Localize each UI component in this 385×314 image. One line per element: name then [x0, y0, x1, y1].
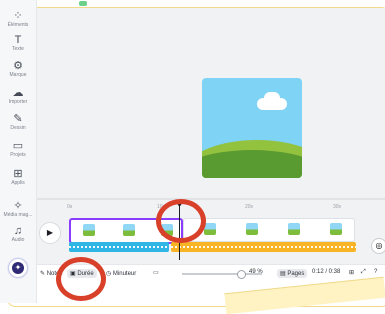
clip-thumbnail: [123, 224, 135, 236]
timer-icon: ◷: [106, 271, 112, 277]
timer-button[interactable]: ◷ Minuteur: [103, 269, 139, 278]
top-badge: [79, 1, 87, 6]
sidebar-item-label: Applis: [11, 180, 25, 186]
timeline: 0s 10s 20s 30s ▶ ◎: [37, 198, 385, 264]
sidebar-item-label: Audio: [11, 237, 25, 243]
audio-waveform: [171, 246, 356, 248]
sidebar-item-label: Dessin: [10, 125, 26, 131]
pages-icon: ▤: [280, 271, 286, 277]
layers-icon[interactable]: ◎: [371, 238, 385, 254]
timer-label: Minuteur: [112, 271, 137, 277]
help-icon[interactable]: ?: [374, 269, 377, 275]
clip-thumbnail: [83, 224, 95, 236]
folder-icon: ▭: [12, 140, 24, 152]
sidebar-item-magic-media[interactable]: ✧ Média mag...: [0, 200, 36, 219]
sidebar-item-projects[interactable]: ▭ Projets: [0, 140, 36, 159]
grid-view-icon[interactable]: ⊞: [349, 269, 354, 276]
ruler-label: 20s: [245, 204, 254, 210]
elements-icon: ⁘: [13, 10, 23, 22]
zoom-value: 49 %: [249, 269, 263, 275]
time-display: 0:12 / 0:38: [312, 269, 341, 275]
pages-label: Pages: [287, 271, 305, 277]
fit-icon[interactable]: ▭: [153, 269, 159, 276]
play-button[interactable]: ▶: [39, 222, 61, 244]
apps-icon: ⊞: [13, 168, 23, 180]
clip-thumbnail: [330, 223, 342, 235]
highlight-circle-duration: [56, 257, 106, 301]
sidebar-item-draw[interactable]: ✎ Dessin: [0, 113, 36, 132]
sidebar-item-apps[interactable]: ⊞ Applis: [0, 168, 36, 187]
notes-icon: ✎: [40, 271, 46, 277]
upload-icon: ☁: [12, 87, 24, 99]
sidebar-item-label: Éléments: [7, 22, 29, 28]
design-page[interactable]: [202, 78, 302, 178]
canvas-area: [37, 8, 385, 198]
pages-button[interactable]: ▤ Pages: [277, 269, 308, 278]
audio-waveform: [69, 246, 169, 248]
ruler-label: 0s: [67, 204, 73, 210]
sidebar-item-label: Média mag...: [3, 212, 33, 218]
magic-button[interactable]: ✦: [8, 258, 28, 278]
audio-track-blue[interactable]: [69, 242, 169, 252]
highlight-circle-playhead: [156, 199, 206, 243]
hill-shape: [202, 150, 302, 178]
brand-icon: ⚙: [13, 60, 23, 72]
play-icon: ▶: [46, 228, 54, 237]
draw-icon: ✎: [13, 113, 23, 125]
sidebar-item-label: Projets: [10, 152, 26, 158]
sparkle-icon: ✦: [12, 262, 24, 274]
ruler-label: 30s: [333, 204, 342, 210]
magic-media-icon: ✧: [13, 200, 23, 212]
audio-track-orange[interactable]: [171, 242, 356, 252]
clip-thumbnail: [204, 223, 216, 235]
timeline-scrollbar[interactable]: [37, 198, 385, 200]
zoom-slider-handle[interactable]: [237, 270, 246, 279]
sidebar-item-label: Importer: [8, 99, 28, 105]
sidebar-item-label: Texte: [12, 46, 24, 52]
video-clip[interactable]: [183, 218, 355, 242]
sidebar-item-elements[interactable]: ⁘ Éléments: [0, 10, 36, 29]
cloud-shape: [264, 92, 280, 104]
sidebar-item-text[interactable]: T Texte: [0, 34, 36, 53]
clip-thumbnail: [246, 223, 258, 235]
sidebar-item-brand[interactable]: ⚙ Marque: [0, 60, 36, 79]
audio-icon: ♫: [13, 225, 23, 237]
sidebar-item-label: Marque: [9, 72, 27, 78]
fullscreen-icon[interactable]: ⤢: [361, 269, 366, 276]
clip-thumbnail: [288, 223, 300, 235]
sidebar-item-upload[interactable]: ☁ Importer: [0, 87, 36, 106]
sidebar-item-audio[interactable]: ♫ Audio: [0, 225, 36, 244]
text-icon: T: [14, 34, 22, 46]
sidebar: ⁘ Éléments T Texte ⚙ Marque ☁ Importer ✎…: [0, 0, 37, 303]
